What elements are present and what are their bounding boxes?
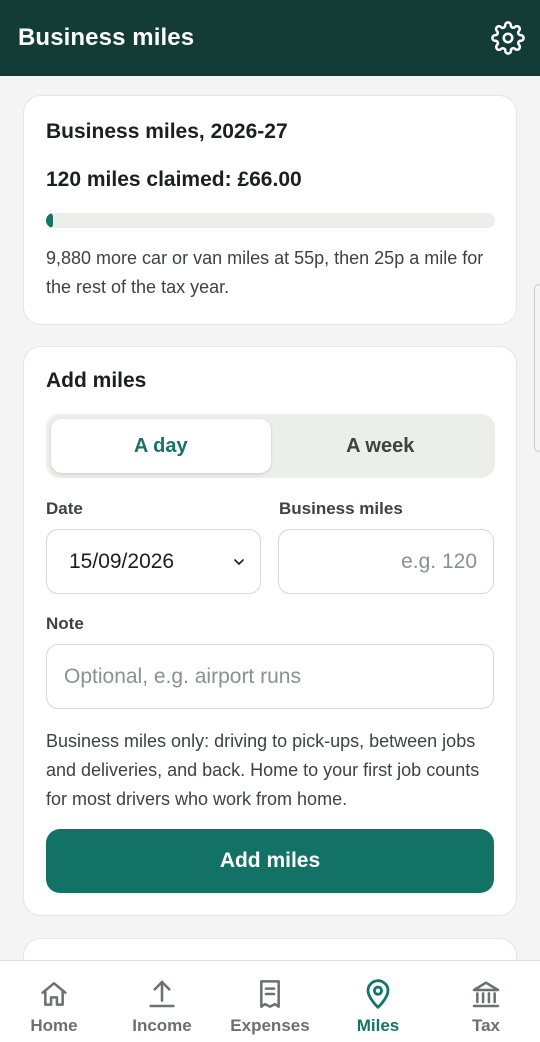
page-title: Business miles <box>18 24 195 51</box>
nav-income[interactable]: Income <box>108 961 216 1042</box>
main-content[interactable]: Business miles, 2026-27 120 miles claime… <box>0 76 540 960</box>
bank-icon <box>472 981 500 1008</box>
bottom-nav: Home Income Expenses Miles Tax <box>0 960 540 1042</box>
summary-card: Business miles, 2026-27 120 miles claime… <box>23 95 517 325</box>
receipt-icon <box>260 980 280 1008</box>
nav-miles[interactable]: Miles <box>324 961 432 1042</box>
nav-income-label: Income <box>132 1016 192 1035</box>
note-placeholder: Optional, e.g. airport runs <box>64 664 301 688</box>
home-icon <box>41 982 67 1006</box>
mileage-progress-bar <box>46 213 495 228</box>
claimed-total: 120 miles claimed: £66.00 <box>46 168 302 191</box>
add-miles-title: Add miles <box>46 369 147 392</box>
settings-button[interactable] <box>488 18 528 58</box>
date-label: Date <box>46 499 83 518</box>
location-pin-icon <box>366 979 390 1009</box>
nav-home-label: Home <box>30 1016 78 1035</box>
scrollbar-handle[interactable] <box>534 284 540 452</box>
date-select[interactable]: 15/09/2026 <box>46 529 261 594</box>
summary-note: 9,880 more car or van miles at 55p, then… <box>46 248 484 297</box>
gear-icon <box>491 21 525 55</box>
segment-day[interactable]: A day <box>51 419 271 473</box>
add-miles-card: Add miles A day A week Date Business mil… <box>23 346 517 916</box>
business-miles-help: Business miles only: driving to pick-ups… <box>46 731 480 809</box>
period-toggle[interactable]: A day A week <box>46 414 495 478</box>
business-miles-placeholder: e.g. 120 <box>401 549 477 573</box>
nav-expenses[interactable]: Expenses <box>216 961 324 1042</box>
date-value: 15/09/2026 <box>69 549 175 573</box>
chevron-down-icon <box>234 558 244 565</box>
nav-tax[interactable]: Tax <box>432 961 540 1042</box>
nav-tax-label: Tax <box>471 1016 501 1035</box>
note-label: Note <box>46 614 84 633</box>
app-bar: Business miles <box>0 0 540 76</box>
nav-expenses-label: Expenses <box>230 1016 310 1035</box>
upload-arrow-icon <box>149 980 175 1008</box>
add-miles-button[interactable]: Add miles <box>46 829 494 893</box>
segment-week[interactable]: A week <box>271 419 491 473</box>
note-input[interactable]: Optional, e.g. airport runs <box>46 644 494 709</box>
next-card <box>23 938 517 960</box>
business-miles-label: Business miles <box>279 499 403 518</box>
summary-title: Business miles, 2026-27 <box>46 120 288 143</box>
nav-home[interactable]: Home <box>0 961 108 1042</box>
mileage-progress-fill <box>46 213 53 228</box>
nav-miles-label: Miles <box>356 1016 400 1035</box>
business-miles-input[interactable]: e.g. 120 <box>278 529 494 594</box>
